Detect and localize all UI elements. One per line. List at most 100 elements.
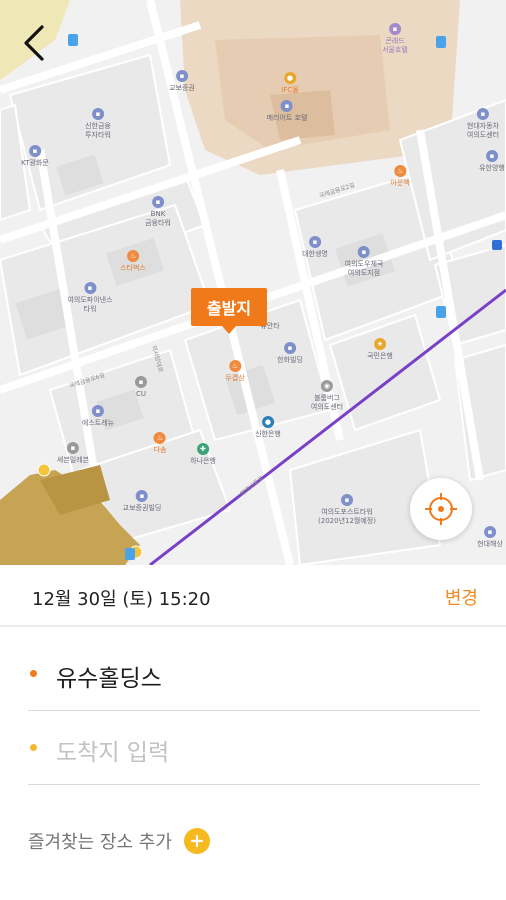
cafe-icon: ♨ xyxy=(126,250,139,262)
origin-field[interactable]: 유수홀딩스 xyxy=(28,637,480,711)
building-icon: ▪ xyxy=(91,108,104,120)
map-view[interactable]: 국제금융로2길 국제금융로6길 의사당대로 여의나루로 ▪ KT광화문 ▪ 교보증권… xyxy=(0,0,506,565)
destination-field[interactable]: 도착지 입력 xyxy=(28,711,480,785)
map-poi[interactable]: ▪ 콘래드 서울호텔 xyxy=(382,23,408,55)
map-poi[interactable]: ▪ KT광화문 xyxy=(21,145,49,168)
map-poi[interactable]: ▪ 유한양행 xyxy=(479,150,505,173)
building-icon: ▪ xyxy=(357,246,370,258)
store-icon: ▪ xyxy=(66,442,79,454)
poi-label: IFC몰 xyxy=(281,86,299,94)
poi-label: 블룸버그 여의도센터 xyxy=(310,394,344,411)
building-icon: ▪ xyxy=(340,494,353,506)
poi-label: 교보증권 xyxy=(169,84,195,92)
map-poi[interactable]: ♨ 스타벅스 xyxy=(120,250,146,273)
building-icon: ◉ xyxy=(320,380,333,392)
map-poi[interactable]: ● IFC몰 xyxy=(281,72,299,95)
poi-label: 여의도우체국 여의도지점 xyxy=(344,260,384,277)
store-icon: ▪ xyxy=(135,376,147,388)
restaurant-icon: ♨ xyxy=(153,432,166,444)
map-poi[interactable]: ♨ 다솜 xyxy=(153,432,167,455)
departure-datetime: 12월 30일 (토) 15:20 xyxy=(32,589,211,610)
building-icon: ▪ xyxy=(135,490,148,502)
departure-time-row: 12월 30일 (토) 15:20 변경 xyxy=(0,565,506,627)
bank-icon: ● xyxy=(261,416,274,428)
map-poi[interactable]: ♨ 아웃백 xyxy=(390,165,410,188)
map-poi[interactable]: ▪ CU xyxy=(135,376,147,399)
bank-icon: ★ xyxy=(373,338,386,350)
poi-label: 여의도파이낸스 타워 xyxy=(67,296,113,313)
building-icon: ▪ xyxy=(485,150,498,162)
building-icon: ▪ xyxy=(151,196,164,208)
add-favorite-place-button[interactable]: 즐겨찾는 장소 추가 xyxy=(28,821,210,861)
building-icon: ▪ xyxy=(91,405,104,417)
building-icon: ▪ xyxy=(476,108,489,120)
origin-marker[interactable]: 출발지 xyxy=(191,288,267,334)
map-poi[interactable]: ◉ 블룸버그 여의도센터 xyxy=(311,380,343,412)
map-poi[interactable]: ▪ 현대자동차 여의도센터 xyxy=(467,108,499,140)
building-icon: ▪ xyxy=(308,236,321,248)
poi-label: 유한양행 xyxy=(479,164,505,172)
poi-label: 에스트레뉴 xyxy=(81,419,115,427)
map-poi[interactable]: ▪ 여의도파이낸스 타워 xyxy=(67,282,113,314)
change-time-button[interactable]: 변경 xyxy=(445,584,478,610)
map-poi[interactable]: ▪ BNK 금융타워 xyxy=(145,196,171,228)
map-poi[interactable]: ▪ 교보증권 xyxy=(169,70,195,93)
poi-label: 아웃백 xyxy=(390,179,410,187)
destination-placeholder: 도착지 입력 xyxy=(56,740,170,766)
poi-label: 대한생명 xyxy=(302,250,328,258)
map-poi[interactable]: ▪ 신한금융 투자타워 xyxy=(85,108,111,140)
poi-label: 하나은행 xyxy=(190,457,216,465)
poi-label: CU xyxy=(135,390,146,398)
map-poi[interactable]: ★ 국민은행 xyxy=(367,338,393,361)
origin-text: 유수홀딩스 xyxy=(56,666,162,692)
restaurant-icon: ♨ xyxy=(393,165,406,177)
back-arrow-icon xyxy=(24,25,44,61)
bank-icon: ✚ xyxy=(196,443,209,455)
building-icon: ▪ xyxy=(29,145,41,157)
map-poi[interactable]: ▪ 대한생명 xyxy=(302,236,328,259)
poi-label: 한화빌딩 xyxy=(277,356,303,364)
map-poi[interactable]: ♨ 두겹상 xyxy=(225,360,245,383)
poi-label: BNK 금융타워 xyxy=(145,210,171,227)
hotel-icon: ▪ xyxy=(388,23,401,35)
restaurant-icon: ♨ xyxy=(228,360,241,372)
poi-label: 현대자동차 여의도센터 xyxy=(466,122,500,139)
poi-label: 다솜 xyxy=(153,446,167,454)
shopping-icon: ● xyxy=(283,72,296,84)
map-poi[interactable]: ● 신한은행 xyxy=(255,416,281,439)
origin-dot-icon xyxy=(30,670,37,677)
poi-label: 두겹상 xyxy=(225,374,245,382)
poi-label: 콘래드 서울호텔 xyxy=(382,37,408,54)
map-poi[interactable]: ▪ 여의도우체국 여의도지점 xyxy=(344,246,384,278)
poi-label: 메리어트 호텔 xyxy=(266,114,308,122)
map-poi[interactable]: ▪ 세븐일레븐 xyxy=(57,442,89,465)
poi-label: 스타벅스 xyxy=(120,264,146,272)
route-panel: 12월 30일 (토) 15:20 변경 유수홀딩스 도착지 입력 즐겨찾는 장… xyxy=(0,565,506,900)
building-icon: ▪ xyxy=(483,526,496,538)
map-poi[interactable]: ▪ 현대해상 xyxy=(477,526,503,549)
poi-label: KT광화문 xyxy=(21,159,49,167)
poi-label: 세븐일레븐 xyxy=(56,456,90,464)
map-poi[interactable]: ✚ 하나은행 xyxy=(190,443,216,466)
building-icon: ▪ xyxy=(84,282,96,294)
poi-label: 신한은행 xyxy=(255,430,281,438)
plus-icon xyxy=(183,828,210,854)
building-icon: ▪ xyxy=(283,342,296,354)
poi-label: 여의도포스트타워 (2020년12월예정) xyxy=(318,508,376,525)
map-poi[interactable]: ▪ 에스트레뉴 xyxy=(82,405,114,428)
destination-dot-icon xyxy=(30,744,37,751)
building-icon: ▪ xyxy=(281,100,293,112)
back-button[interactable] xyxy=(14,20,54,66)
favorites-label: 즐겨찾는 장소 추가 xyxy=(28,832,172,853)
map-poi[interactable]: ▪ 한화빌딩 xyxy=(277,342,303,365)
poi-label: 국민은행 xyxy=(367,352,393,360)
poi-label: 신한금융 투자타워 xyxy=(85,122,111,139)
map-poi[interactable]: ▪ 교보증권빌딩 xyxy=(122,490,162,513)
building-icon: ▪ xyxy=(175,70,188,82)
poi-label: 교보증권빌딩 xyxy=(122,504,162,512)
map-poi[interactable]: ▪ 메리어트 호텔 xyxy=(266,100,308,123)
map-poi[interactable]: ▪ 여의도포스트타워 (2020년12월예정) xyxy=(318,494,376,526)
target-icon xyxy=(425,493,457,525)
current-location-button[interactable] xyxy=(410,478,472,540)
poi-label: 현대해상 xyxy=(477,540,503,548)
